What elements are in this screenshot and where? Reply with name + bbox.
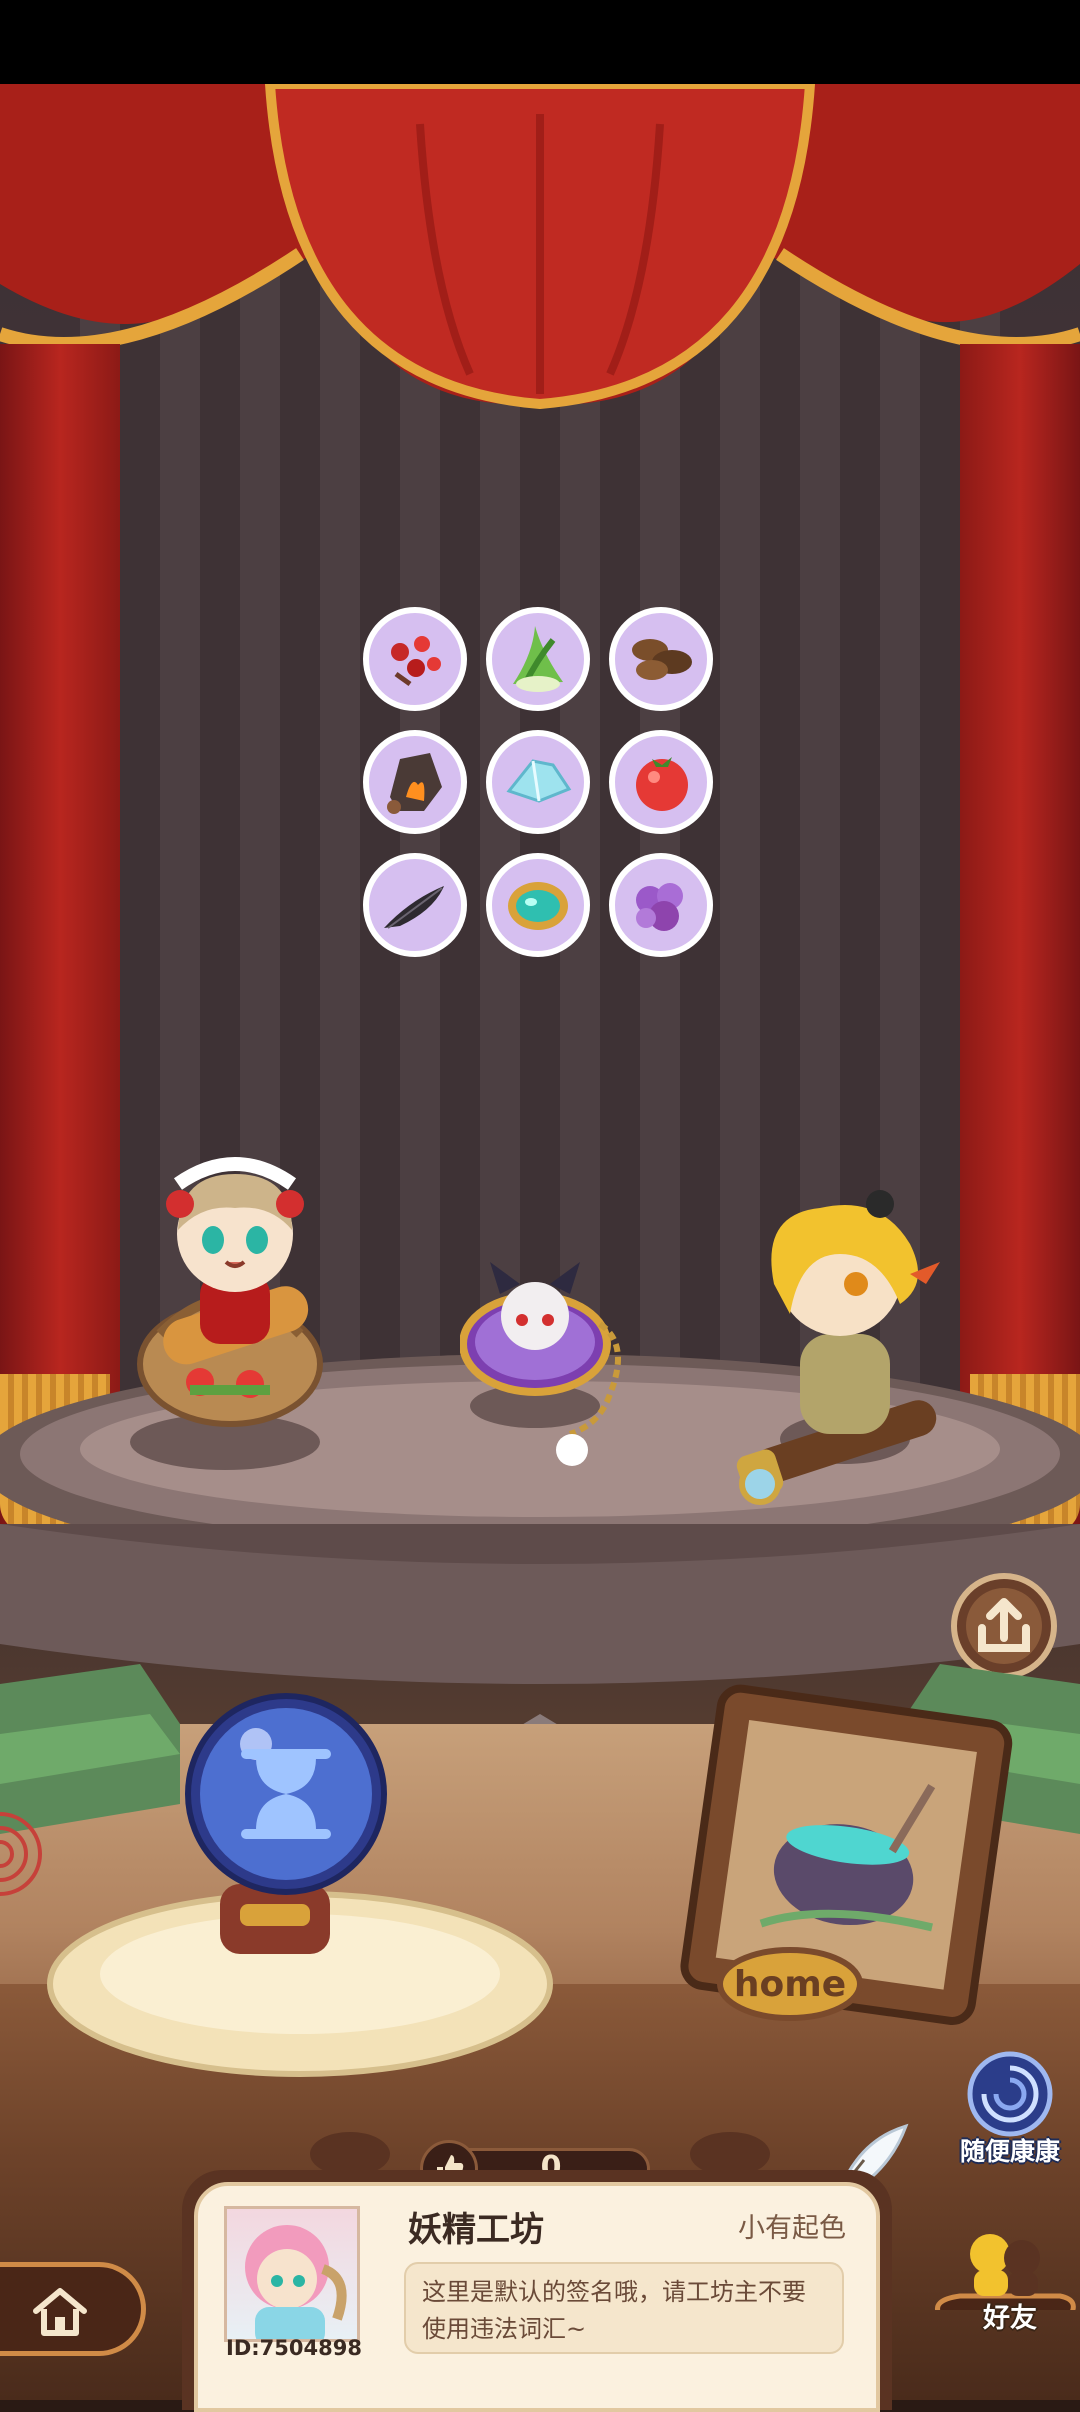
avatar[interactable] <box>224 2206 360 2342</box>
status-bar <box>0 0 1080 84</box>
random-visit-button[interactable]: 随便康康 <box>948 2050 1072 2180</box>
mirror-spirit-character[interactable] <box>460 1254 640 1484</box>
home-icon <box>33 2288 87 2336</box>
ingredient-teal-gem-ring[interactable] <box>483 850 593 960</box>
friends-label: 好友 <box>983 2303 1037 2334</box>
profile-card: ID:7504898 妖精工坊 小有起色 这里是默认的签名哦，请工坊主不要使用违… <box>182 2170 892 2412</box>
ingredient-red-tomato[interactable] <box>606 727 716 837</box>
workshop-rank: 小有起色 <box>738 2213 846 2244</box>
hourglass-orb[interactable] <box>20 1684 560 2104</box>
workshop-scene: home <box>0 84 1080 2400</box>
ingredient-grid <box>360 604 730 974</box>
portal-icon <box>967 2051 1053 2137</box>
user-id: ID:7504898 <box>226 2336 362 2360</box>
ingredient-purple-coral[interactable] <box>606 850 716 960</box>
home-button[interactable] <box>0 2262 146 2356</box>
ingredient-red-berries[interactable] <box>360 604 470 714</box>
ingredient-brown-mushrooms[interactable] <box>606 604 716 714</box>
telescope-boy-character[interactable] <box>730 1184 960 1524</box>
ingredient-ember-rock[interactable] <box>360 727 470 837</box>
workshop-name: 妖精工坊 <box>408 2210 544 2250</box>
ingredient-ice-crystal[interactable] <box>483 727 593 837</box>
signature-text[interactable]: 这里是默认的签名哦，请工坊主不要使用违法词汇~ <box>404 2262 844 2354</box>
curtain-top <box>0 84 1080 410</box>
ingredient-dark-feather[interactable] <box>360 850 470 960</box>
home-sign-label: home <box>734 1964 846 2005</box>
home-picture-frame[interactable]: home <box>660 1684 1020 2054</box>
maid-fairy-character[interactable] <box>120 1134 340 1434</box>
ingredient-green-leek[interactable] <box>483 604 593 714</box>
friends-button[interactable]: 好友 <box>930 2220 1080 2350</box>
random-visit-label: 随便康康 <box>959 2137 1060 2166</box>
